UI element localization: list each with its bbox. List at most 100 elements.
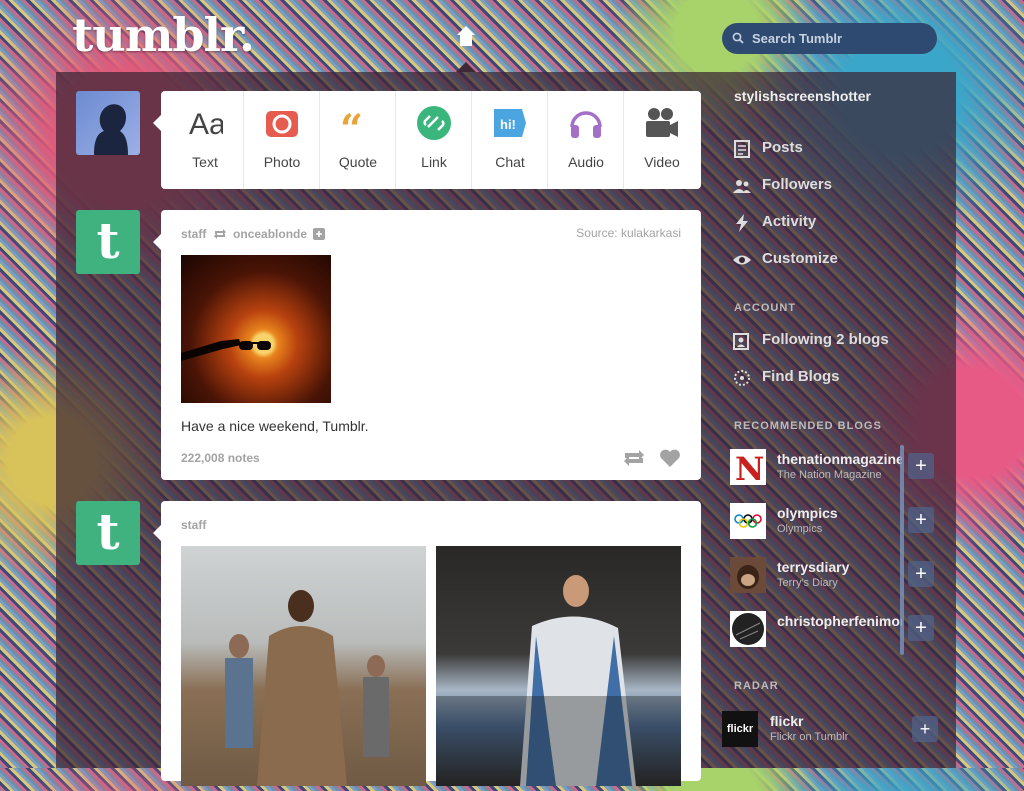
- recommended-blog-title: Terry's Diary: [777, 577, 838, 589]
- recommended-blog-title: Olympics: [777, 523, 823, 535]
- blog-name[interactable]: stylishscreenshotter: [734, 88, 871, 104]
- sidebar-item-label: Posts: [762, 139, 803, 156]
- sidebar-item-label: Customize: [762, 250, 838, 267]
- post-type-audio[interactable]: Audio: [547, 91, 624, 189]
- blog-avatar: [730, 557, 766, 593]
- following-icon: [733, 333, 749, 350]
- recommended-heading: RECOMMENDED BLOGS: [734, 420, 882, 432]
- heart-icon[interactable]: [659, 448, 681, 468]
- recommended-blog-name[interactable]: thenationmagazine: [777, 451, 902, 467]
- recommended-blog-name[interactable]: christopherfenimore: [777, 613, 902, 629]
- blog-avatar: N: [730, 449, 766, 488]
- post-type-label: Text: [192, 154, 218, 170]
- posts-icon: [734, 140, 750, 158]
- post-header: staff: [181, 517, 206, 532]
- post-notes-count[interactable]: 222,008 notes: [181, 451, 260, 465]
- post-photo[interactable]: [181, 546, 426, 786]
- link-icon: [417, 106, 451, 140]
- post-source[interactable]: Source: kulakarkasi: [576, 226, 681, 240]
- recommended-blog[interactable]: christopherfenimore +: [730, 611, 945, 649]
- sidebar-item-activity[interactable]: Activity: [732, 210, 932, 236]
- tumblr-logo[interactable]: tumblr.: [72, 8, 255, 62]
- sidebar-item-customize[interactable]: Customize: [732, 247, 932, 273]
- source-value[interactable]: kulakarkasi: [621, 226, 681, 240]
- silhouette-icon: [94, 104, 128, 155]
- recommended-blog[interactable]: olympics Olympics +: [730, 503, 945, 541]
- post-type-link[interactable]: Link: [395, 91, 472, 189]
- post-photo[interactable]: [436, 546, 681, 786]
- post-photo[interactable]: [181, 255, 331, 403]
- recommended-blog-title: The Nation Magazine: [777, 469, 882, 481]
- post-type-chat[interactable]: hi! Chat: [471, 91, 548, 189]
- reblog-small-icon: [213, 228, 226, 239]
- reblogged-from[interactable]: onceablonde: [233, 227, 307, 241]
- home-icon[interactable]: [454, 24, 478, 48]
- svg-text:N: N: [735, 450, 764, 485]
- user-avatar[interactable]: [76, 91, 140, 155]
- runway-model-figure: [225, 590, 389, 786]
- post-type-label: Photo: [263, 154, 301, 170]
- sidebar-item-label: Following 2 blogs: [762, 331, 889, 348]
- recommended-blog[interactable]: terrysdiary Terry's Diary +: [730, 557, 945, 595]
- post-type-label: Audio: [568, 154, 604, 170]
- top-navigation-bar: tumblr. Search Tumblr: [0, 0, 1024, 72]
- follow-plus-icon[interactable]: +: [908, 507, 934, 533]
- recommended-scrollbar[interactable]: [900, 445, 904, 655]
- reblog-icon[interactable]: [623, 448, 645, 468]
- post-type-label: Quote: [338, 154, 378, 170]
- search-input[interactable]: Search Tumblr: [722, 23, 937, 54]
- staff-avatar[interactable]: t: [76, 501, 140, 565]
- sidebar-item-followers[interactable]: Followers: [732, 173, 932, 199]
- post-type-photo[interactable]: Photo: [243, 91, 320, 189]
- svg-text:Aa: Aa: [189, 108, 223, 141]
- follow-plus-icon[interactable]: [313, 227, 326, 240]
- search-icon: [732, 32, 744, 44]
- text-icon: Aa: [189, 108, 223, 141]
- follow-plus-icon[interactable]: +: [908, 615, 934, 641]
- camera-icon: [266, 111, 298, 137]
- post-card: staff onceablonde Source: kulakarkasi Ha…: [153, 210, 701, 480]
- post-author[interactable]: staff: [181, 227, 206, 241]
- post-type-composer: Aa Text Photo “ Quote Link hi! Chat Audi…: [153, 91, 701, 189]
- sidebar-item-label: Find Blogs: [762, 368, 840, 385]
- radar-heading: RADAR: [734, 680, 779, 692]
- follow-plus-icon[interactable]: +: [912, 716, 938, 742]
- eye-icon: [733, 255, 751, 265]
- blog-avatar: [730, 611, 766, 647]
- radar-blog-title: Flickr on Tumblr: [770, 731, 849, 743]
- post-type-text[interactable]: Aa Text: [167, 91, 243, 189]
- blog-avatar: [730, 503, 766, 539]
- post-type-quote[interactable]: “ Quote: [319, 91, 396, 189]
- follow-plus-icon[interactable]: +: [908, 453, 934, 479]
- account-heading: ACCOUNT: [734, 302, 796, 314]
- radar-blog-name[interactable]: flickr: [770, 713, 803, 729]
- find-blogs-icon: [734, 370, 750, 386]
- quote-icon: “: [340, 106, 363, 141]
- recommended-blog-name[interactable]: olympics: [777, 505, 902, 521]
- headphones-icon: [570, 111, 602, 138]
- post-type-label: Video: [644, 154, 680, 170]
- follow-plus-icon[interactable]: +: [908, 561, 934, 587]
- recommended-blog-name[interactable]: terrysdiary: [777, 559, 902, 575]
- nav-active-indicator: [456, 62, 476, 72]
- sidebar-item-posts[interactable]: Posts: [732, 136, 932, 162]
- post-header: staff onceablonde: [181, 226, 326, 241]
- sidebar-item-find-blogs[interactable]: Find Blogs: [732, 365, 932, 391]
- post-type-video[interactable]: Video: [623, 91, 700, 189]
- sidebar-item-following[interactable]: Following 2 blogs: [732, 328, 932, 354]
- sidebar-item-label: Followers: [762, 176, 833, 193]
- source-label: Source:: [576, 226, 618, 240]
- sidebar-item-label: Activity: [762, 213, 817, 230]
- radar-blog-avatar[interactable]: flickr: [722, 711, 758, 747]
- chat-icon: hi!: [494, 109, 526, 137]
- video-camera-icon: [646, 108, 678, 137]
- post-author[interactable]: staff: [181, 518, 206, 532]
- search-placeholder: Search Tumblr: [752, 31, 843, 46]
- sunglasses-silhouette: [181, 339, 271, 361]
- lightning-icon: [736, 214, 748, 232]
- svg-text:hi!: hi!: [500, 117, 516, 132]
- tumblr-t-icon: t: [96, 502, 120, 561]
- post-type-label: Link: [421, 154, 447, 170]
- staff-avatar[interactable]: t: [76, 210, 140, 274]
- recommended-blog[interactable]: N thenationmagazine The Nation Magazine …: [730, 449, 945, 488]
